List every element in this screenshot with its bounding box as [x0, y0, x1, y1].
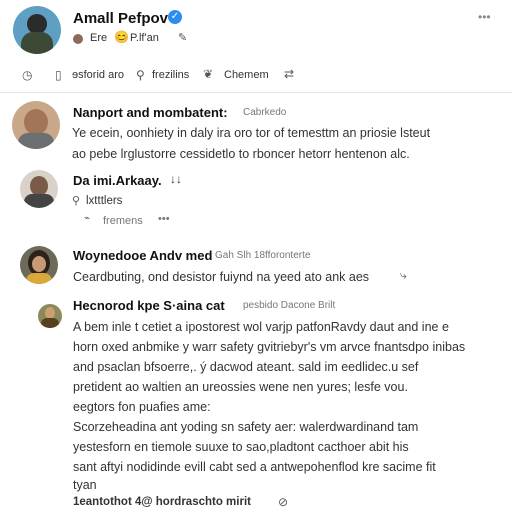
comment-author[interactable]: Woynedooe Andv med	[73, 248, 212, 263]
heart-icon[interactable]: ❦	[203, 67, 213, 81]
clock-icon[interactable]: ◷	[22, 68, 32, 82]
action-item-1[interactable]: ɘsforid aro	[72, 69, 124, 81]
bike-icon[interactable]: ⚲	[136, 68, 145, 82]
more-options-icon[interactable]: •••	[478, 10, 491, 24]
pin-icon[interactable]: ✎	[178, 31, 187, 44]
avatar-face-shape	[24, 109, 48, 135]
comment-line: sant aftyi nodidinde evill cabt sed a an…	[73, 460, 436, 474]
avatar-shirt-shape	[18, 133, 54, 149]
tag-icon[interactable]: ▯	[55, 68, 62, 82]
comment-extra: fremens	[103, 215, 143, 227]
avatar-shirt-shape	[26, 273, 52, 284]
comment-avatar[interactable]	[12, 101, 60, 149]
comment-footer[interactable]: 1eantothot 4@ hordraschto mirit	[73, 496, 251, 508]
comment-line: horn oxed anbmike y warr safety gvitrieb…	[73, 340, 466, 354]
avatar-shirt-shape	[24, 194, 54, 208]
action-item-2[interactable]: frezilins	[152, 69, 189, 81]
link-icon[interactable]: ⊘	[278, 495, 288, 509]
comment-meta: Cabrkedo	[243, 107, 287, 118]
comment-author[interactable]: Da imi.Arkaay.	[73, 173, 162, 188]
comment-line: ao pebe lrglustorre cessidetlo to rbonce…	[72, 147, 410, 161]
more-options-icon[interactable]: •••	[158, 213, 170, 225]
reply-avatar[interactable]	[38, 304, 62, 328]
verified-badge-icon: ✓	[168, 10, 182, 24]
comment-line: Scorzeheadina ant yoding sn safety aer: …	[73, 420, 419, 434]
comment-line: pretident ao waltien an ureossies wene n…	[73, 380, 408, 394]
action-item-3[interactable]: Chemem	[224, 69, 269, 81]
comment-author[interactable]: Nanport and mombatent:	[73, 105, 228, 120]
reply-icon[interactable]: ⤷	[400, 268, 407, 283]
profile-avatar[interactable]	[13, 6, 61, 54]
comment-line: tyan	[73, 478, 97, 492]
comment-line: A bem inle t cetiet a ipostorest wol var…	[73, 320, 449, 334]
sort-arrows-icon[interactable]: ↓↓	[170, 172, 182, 186]
emoji-icon: 😊	[114, 30, 129, 44]
comment-author[interactable]: Hecnorod kpe S·aina cat	[73, 298, 225, 313]
avatar-face-shape	[30, 176, 48, 196]
search-icon: ⚲	[72, 195, 81, 207]
comment-avatar[interactable]	[20, 170, 58, 208]
comment-line: and psaclan bfsoerre,. ý dacwod ateant. …	[73, 360, 419, 374]
avatar-face-shape	[32, 256, 46, 272]
comment-line: Ye ecein, oonhiety in daly ira oro tor o…	[72, 126, 431, 140]
profile-name[interactable]: Amall Pefpov	[73, 10, 168, 27]
comment-text: Ceardbuting, ond desistor fuiynd na yeed…	[73, 270, 370, 284]
avatar-person-shape	[27, 14, 47, 34]
header-subtext-1: Ere	[90, 32, 108, 44]
link-icon[interactable]: ⌁	[84, 213, 90, 224]
comment-line: eegtors fon puafies ame:	[73, 400, 211, 414]
comment-meta: pesbido Dacone Brilt	[243, 300, 336, 311]
share-icon[interactable]: ⇄	[284, 67, 294, 81]
comment-avatar[interactable]	[20, 246, 58, 284]
mini-avatar-icon	[73, 34, 83, 44]
avatar-body-shape	[21, 32, 53, 54]
comment-line: yestesforn en tiemole suuxe to sao,pladt…	[73, 440, 409, 454]
comment-subtext: lxtttlers	[86, 195, 123, 207]
comment-meta: Gah Slh 18fforonterte	[215, 250, 311, 261]
divider	[0, 92, 512, 93]
header-subtext-2: P.lf'an	[130, 32, 159, 44]
avatar-shirt-shape	[41, 318, 59, 328]
